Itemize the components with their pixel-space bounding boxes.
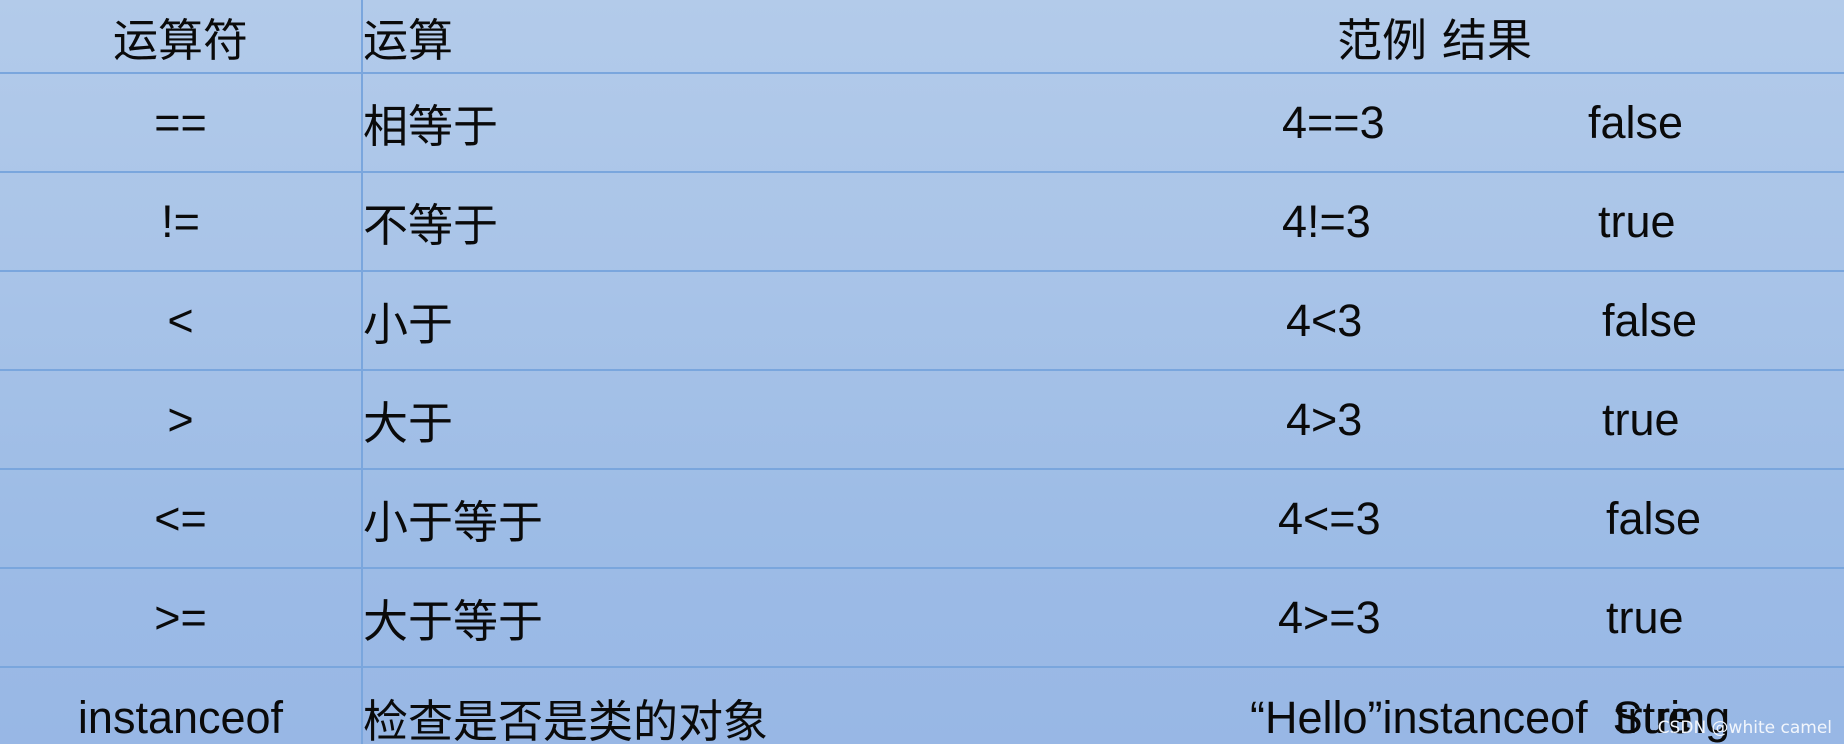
operator-cell: instanceof bbox=[0, 666, 363, 744]
table-header-row: 运算符 运算 范例 结果 bbox=[0, 0, 1844, 73]
table-row: < 小于 4<3 false bbox=[0, 270, 1844, 370]
result-cell: true bbox=[1442, 369, 1844, 469]
result-cell: true bbox=[1442, 171, 1844, 271]
operation-cell: 大于 bbox=[362, 369, 882, 469]
result-cell: true bbox=[1442, 567, 1844, 667]
result-cell: false bbox=[1442, 468, 1844, 568]
example-cell: “Hello”instanceof String bbox=[882, 666, 1730, 744]
comparison-operators-table: 运算符 运算 范例 结果 == 相等于 4==3 false != 不等于 4!… bbox=[0, 0, 1844, 744]
header-result: 结果 bbox=[1442, 14, 1533, 66]
operation-cell: 小于等于 bbox=[362, 468, 882, 568]
operator-cell: > bbox=[0, 369, 363, 469]
example-cell: 4==3 bbox=[882, 72, 1442, 172]
operation-cell: 大于等于 bbox=[362, 567, 882, 667]
table-row: > 大于 4>3 true bbox=[0, 369, 1844, 469]
example-cell: 4>3 bbox=[882, 369, 1442, 469]
operator-table-slide: 运算符 运算 范例 结果 == 相等于 4==3 false != 不等于 4!… bbox=[0, 0, 1844, 744]
example-cell: 4<3 bbox=[882, 270, 1442, 370]
header-operation: 运算 bbox=[363, 14, 454, 66]
table-row: <= 小于等于 4<=3 false bbox=[0, 468, 1844, 568]
table-row: == 相等于 4==3 false bbox=[0, 72, 1844, 172]
example-cell: 4<=3 bbox=[882, 468, 1442, 568]
operation-cell: 小于 bbox=[362, 270, 882, 370]
operator-cell: == bbox=[0, 72, 363, 172]
operator-cell: >= bbox=[0, 567, 363, 667]
table-row: >= 大于等于 4>=3 true bbox=[0, 567, 1844, 667]
operation-cell: 不等于 bbox=[362, 171, 882, 271]
operator-cell: < bbox=[0, 270, 363, 370]
example-cell: 4!=3 bbox=[882, 171, 1442, 271]
csdn-watermark: CSDN @white camel bbox=[1657, 718, 1832, 738]
header-example: 范例 bbox=[1337, 14, 1428, 66]
operator-cell: != bbox=[0, 171, 363, 271]
table-row: != 不等于 4!=3 true bbox=[0, 171, 1844, 271]
operation-cell: 检查是否是类的对象 bbox=[362, 666, 882, 744]
result-cell: false bbox=[1442, 270, 1844, 370]
table-row: instanceof 检查是否是类的对象 “Hello”instanceof S… bbox=[0, 666, 1844, 744]
result-cell: false bbox=[1442, 72, 1844, 172]
header-operator: 运算符 bbox=[0, 0, 363, 73]
operation-cell: 相等于 bbox=[362, 72, 882, 172]
operator-cell: <= bbox=[0, 468, 363, 568]
example-cell: 4>=3 bbox=[882, 567, 1442, 667]
